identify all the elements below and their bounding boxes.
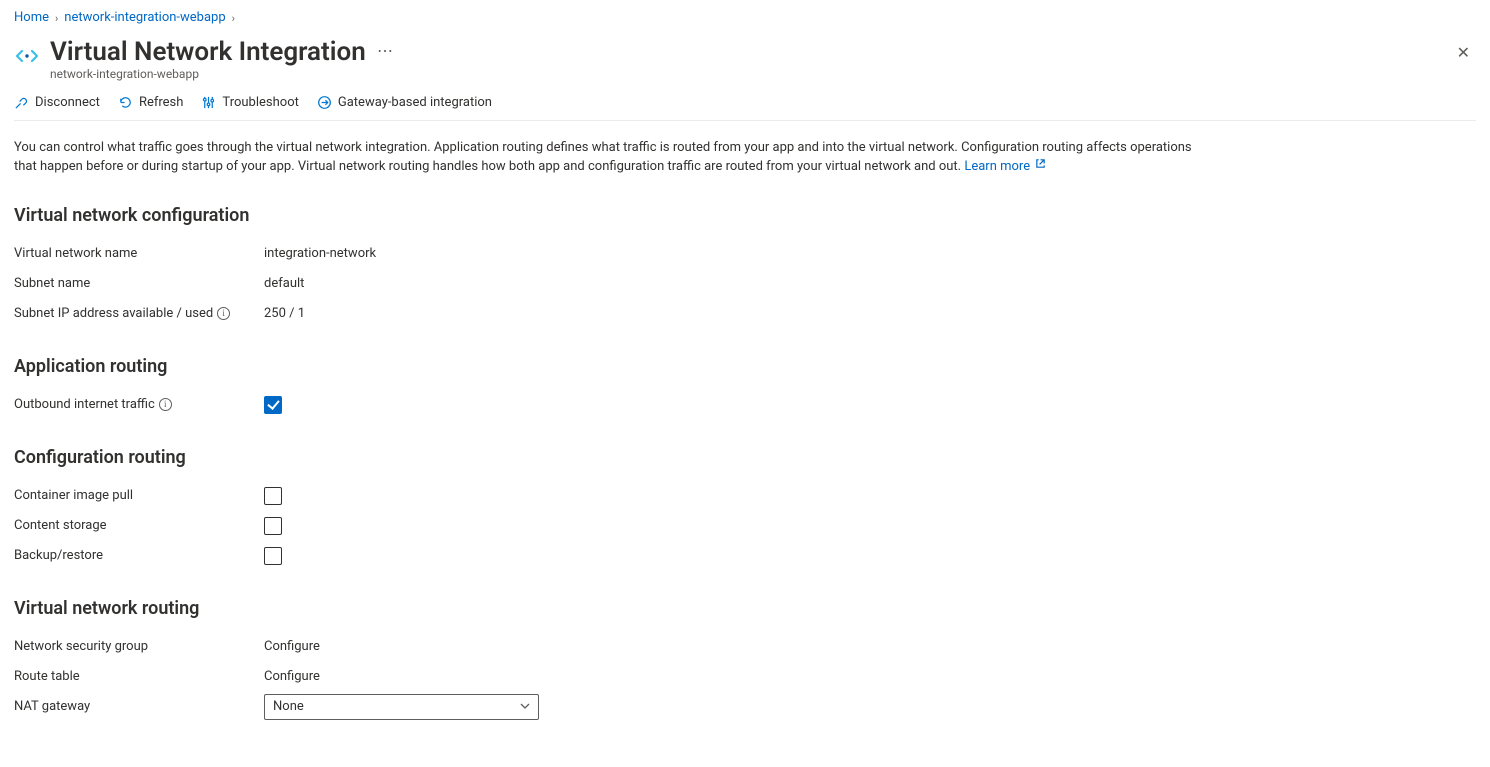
chevron-right-icon: › — [55, 12, 58, 25]
subnet-ip-label: Subnet IP address available / used i — [14, 306, 264, 321]
learn-more-label: Learn more — [964, 159, 1030, 174]
external-link-icon — [1035, 159, 1046, 172]
refresh-label: Refresh — [139, 95, 183, 110]
backup-restore-label: Backup/restore — [14, 548, 264, 563]
section-vnet-config: Virtual network configuration — [14, 205, 1476, 226]
section-app-routing: Application routing — [14, 356, 1476, 377]
more-icon[interactable]: ⋯ — [377, 41, 394, 60]
breadcrumb-app[interactable]: network-integration-webapp — [64, 10, 225, 25]
route-table-configure-link[interactable]: Configure — [264, 669, 320, 684]
backup-restore-checkbox[interactable] — [264, 547, 282, 565]
outbound-traffic-label: Outbound internet traffic i — [14, 397, 264, 412]
breadcrumb-home[interactable]: Home — [14, 10, 49, 25]
outbound-traffic-label-text: Outbound internet traffic — [14, 397, 155, 412]
vnet-name-link[interactable]: integration-network — [264, 246, 376, 261]
section-vnet-routing: Virtual network routing — [14, 598, 1476, 619]
disconnect-label: Disconnect — [35, 95, 100, 110]
outbound-traffic-checkbox[interactable] — [264, 396, 282, 414]
subnet-ip-value: 250 / 1 — [264, 306, 305, 321]
subnet-name-link[interactable]: default — [264, 276, 304, 291]
subnet-name-label: Subnet name — [14, 276, 264, 291]
vnet-integration-icon — [14, 43, 40, 69]
nat-gateway-label: NAT gateway — [14, 699, 264, 714]
info-icon[interactable]: i — [217, 307, 230, 320]
chevron-down-icon — [520, 701, 530, 712]
breadcrumb: Home › network-integration-webapp › — [14, 10, 1476, 25]
container-image-pull-label: Container image pull — [14, 488, 264, 503]
close-icon[interactable]: ✕ — [1451, 37, 1476, 69]
learn-more-link[interactable]: Learn more — [964, 159, 1046, 174]
refresh-icon — [118, 95, 133, 110]
container-image-pull-checkbox[interactable] — [264, 487, 282, 505]
page-subtitle: network-integration-webapp — [50, 67, 1451, 81]
disconnect-icon — [14, 95, 29, 110]
troubleshoot-icon — [201, 95, 216, 110]
chevron-right-icon: › — [232, 12, 235, 25]
troubleshoot-button[interactable]: Troubleshoot — [201, 95, 298, 110]
nsg-label: Network security group — [14, 639, 264, 654]
content-storage-checkbox[interactable] — [264, 517, 282, 535]
gateway-label: Gateway-based integration — [338, 95, 492, 110]
page-title: Virtual Network Integration — [50, 37, 366, 67]
content-storage-label: Content storage — [14, 518, 264, 533]
section-config-routing: Configuration routing — [14, 447, 1476, 468]
refresh-button[interactable]: Refresh — [118, 95, 183, 110]
route-table-label: Route table — [14, 669, 264, 684]
subnet-ip-label-text: Subnet IP address available / used — [14, 306, 213, 321]
troubleshoot-label: Troubleshoot — [222, 95, 298, 110]
nat-gateway-select[interactable]: None — [264, 694, 539, 720]
nsg-configure-link[interactable]: Configure — [264, 639, 320, 654]
intro-text: You can control what traffic goes throug… — [14, 139, 1204, 177]
nat-gateway-value: None — [273, 699, 304, 714]
disconnect-button[interactable]: Disconnect — [14, 95, 100, 110]
vnet-name-label: Virtual network name — [14, 246, 264, 261]
gateway-integration-button[interactable]: Gateway-based integration — [317, 95, 492, 110]
command-bar: Disconnect Refresh Troubleshoot Gateway-… — [14, 81, 1476, 121]
arrow-circle-right-icon — [317, 95, 332, 110]
info-icon[interactable]: i — [159, 398, 172, 411]
